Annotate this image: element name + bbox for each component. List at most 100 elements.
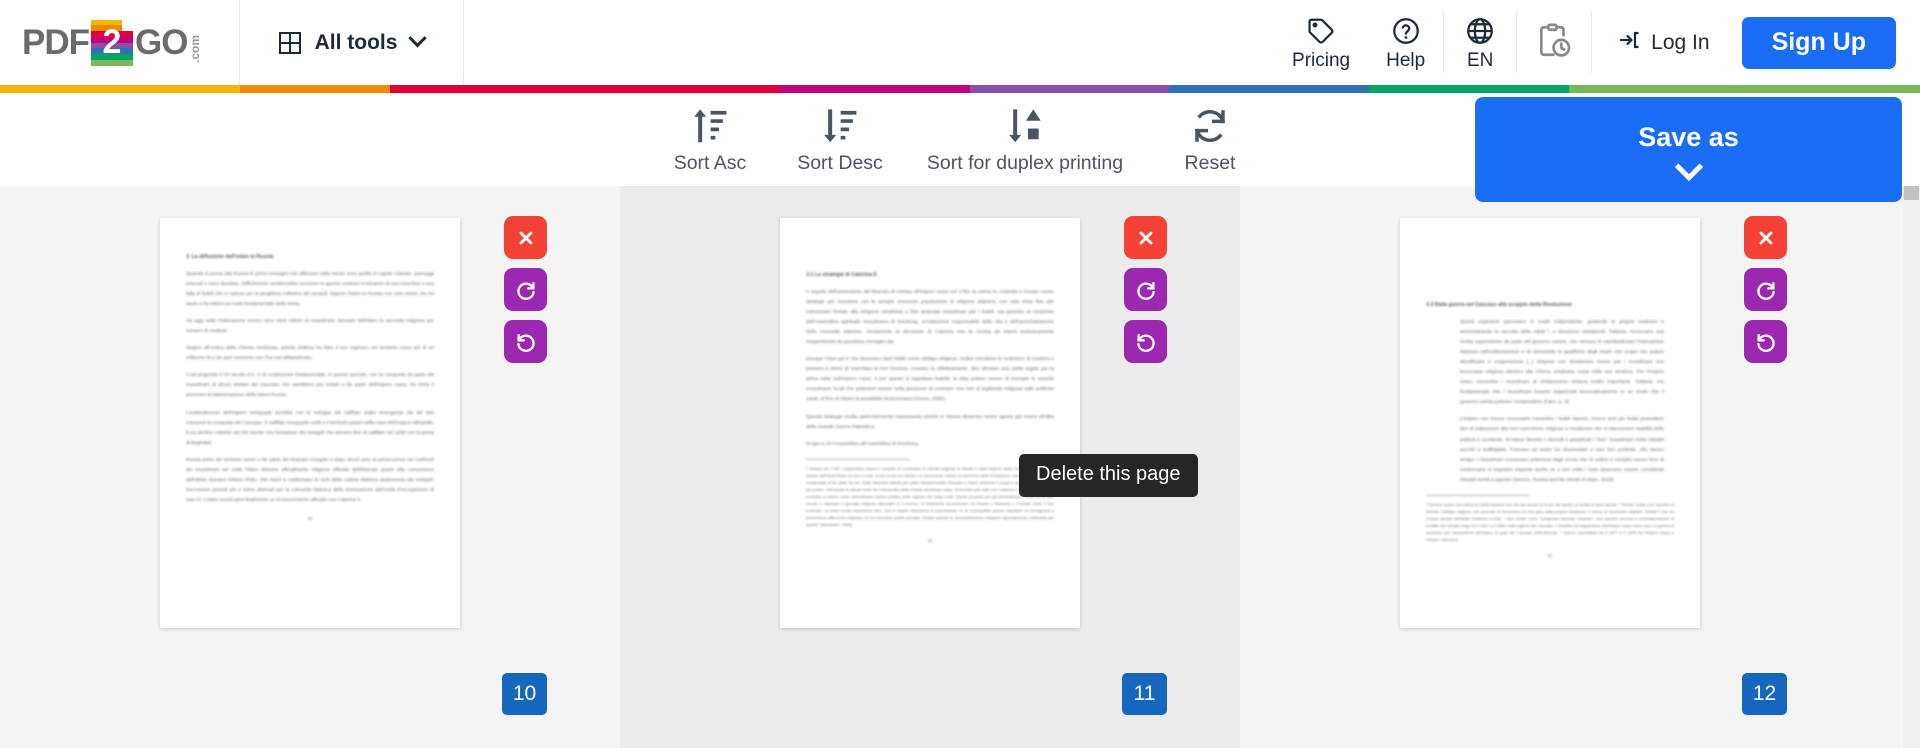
save-as-label: Save as — [1638, 122, 1739, 152]
logo-text-com: .com — [188, 34, 203, 63]
grid-icon — [278, 31, 301, 54]
page-action-column — [1124, 216, 1167, 363]
clipboard-clock-icon — [1535, 19, 1573, 63]
brand-bar-segment-6 — [1368, 85, 1569, 93]
login-label: Log In — [1651, 30, 1710, 54]
brand-bar-segment-5 — [1169, 85, 1369, 93]
page-action-column — [504, 216, 547, 363]
preview-paragraph: Russia parte del territorio venivi a far… — [186, 457, 434, 503]
preview-page-folio: 12 — [1547, 552, 1553, 558]
language-selector[interactable]: EN — [1444, 0, 1516, 85]
page-thumbnail[interactable]: 3.3 Dalla guerra nel Caucaso alla scoppi… — [1400, 218, 1700, 628]
preview-footnote: ¹ Istituita nel 1788. L'assemblea aveva … — [806, 465, 1054, 527]
preview-paragraph: A tal proposito il VII secolo d.C. è di … — [186, 373, 434, 399]
delete-page-button[interactable] — [1744, 216, 1787, 259]
page-number-badge[interactable]: 10 — [502, 673, 547, 715]
rotate-left-button[interactable] — [1744, 320, 1787, 363]
page-thumbnail[interactable]: 3.1 La strategia di Caterina II A seguito… — [780, 218, 1080, 628]
preview-heading: 3.3 Dalla guerra nel Caucaso alla scoppi… — [1426, 302, 1572, 308]
brand-bar-segment-2 — [389, 85, 780, 93]
scrollbar-thumb[interactable] — [1904, 186, 1919, 200]
all-tools-menu[interactable]: All tools — [240, 0, 464, 85]
sort-ascending-icon — [691, 104, 729, 148]
brand-bar-segment-0 — [0, 85, 240, 93]
sort-descending-icon — [821, 104, 859, 148]
signup-button[interactable]: Sign Up — [1741, 16, 1896, 69]
preview-heading: 3.1 La strategia di Caterina II — [806, 272, 877, 278]
brand-bar-segment-7 — [1568, 85, 1920, 93]
pricing-button[interactable]: Pricing — [1274, 0, 1368, 85]
preview-page-folio: 11 — [927, 537, 933, 543]
language-label: EN — [1466, 49, 1494, 71]
page-cell[interactable]: 3. La diffusione dell'islam in Russia Qua… — [0, 186, 620, 748]
page-thumbnail[interactable]: 3. La diffusione dell'islam in Russia Qua… — [160, 218, 460, 628]
reset-button[interactable]: Reset — [1145, 104, 1275, 175]
reset-label: Reset — [1184, 152, 1236, 174]
tasks-history-button[interactable] — [1517, 0, 1591, 85]
preview-paragraph: Ad oggi nella Federazione vivono circa v… — [186, 319, 434, 335]
pages-grid: 3. La diffusione dell'islam in Russia Qua… — [0, 186, 1920, 748]
logo-text-go: GO — [135, 22, 188, 62]
rotate-right-button[interactable] — [1744, 268, 1787, 311]
brand-color-bar — [0, 85, 1920, 93]
sort-asc-label: Sort Asc — [673, 152, 747, 174]
brand-bar-segment-3 — [779, 85, 970, 93]
page-sort-toolbar: Sort Asc Sort Desc Sort for duplex print… — [0, 93, 1920, 202]
sort-duplex-label: Sort for duplex printing — [926, 152, 1124, 174]
rotate-left-button[interactable] — [1124, 320, 1167, 363]
app-header: PDF 2 GO .com All tools Pricing Help EN … — [0, 0, 1920, 85]
question-circle-icon — [1391, 14, 1421, 46]
login-button[interactable]: Log In — [1592, 0, 1735, 85]
pricing-label: Pricing — [1292, 49, 1351, 71]
preview-paragraph: Scopo a chi l'Assemblea all'Assemblea di… — [806, 441, 920, 447]
logo-cell: PDF 2 GO .com — [0, 0, 240, 85]
preview-paragraph: L'indebolimento dell'impero omayyade avr… — [186, 410, 434, 446]
preview-footnote-rule — [1426, 494, 1531, 496]
preview-paragraph: A seguito dell'annessione del khanato di… — [806, 290, 1054, 346]
pdf2go-logo[interactable]: PDF 2 GO .com — [22, 19, 203, 66]
page-number-badge[interactable]: 11 — [1122, 673, 1167, 715]
tooltip-delete-this-page: Delete this page — [1019, 454, 1198, 497]
all-tools-label: All tools — [314, 30, 398, 54]
preview-footnote: ² Termine arabo che indica la carità isl… — [1426, 501, 1674, 542]
help-button[interactable]: Help — [1368, 0, 1443, 85]
rotate-right-button[interactable] — [504, 268, 547, 311]
preview-page-folio: 10 — [307, 515, 313, 521]
delete-page-button[interactable] — [504, 216, 547, 259]
preview-paragraph: Questi organismi operavano in modo indip… — [1460, 320, 1664, 406]
sort-desc-label: Sort Desc — [797, 152, 883, 174]
help-label: Help — [1386, 49, 1426, 71]
save-as-button[interactable]: Save as — [1475, 97, 1902, 202]
sort-duplex-icon — [1006, 104, 1044, 148]
logo-icon-2: 2 — [91, 19, 133, 66]
vertical-scrollbar[interactable] — [1903, 186, 1920, 748]
header-spacer — [464, 0, 1274, 85]
preview-heading: 3. La diffusione dell'islam in Russia — [186, 254, 274, 260]
brand-bar-segment-1 — [240, 85, 390, 93]
page-number-badge[interactable]: 12 — [1742, 673, 1787, 715]
brand-bar-segment-4 — [969, 85, 1170, 93]
preview-paragraph: L'impero non invece necessario convertir… — [1460, 417, 1664, 483]
page-cell[interactable]: 3.3 Dalla guerra nel Caucaso alla scoppi… — [1240, 186, 1860, 748]
login-arrow-icon — [1618, 28, 1642, 57]
preview-paragraph: Quando si pensa alla Russia le prime imm… — [186, 272, 434, 308]
chevron-down-icon — [408, 29, 428, 48]
pages-area: 3. La diffusione dell'islam in Russia Qua… — [0, 186, 1920, 748]
preview-paragraph: Questa strategia risulta particolarmente… — [806, 414, 1054, 430]
globe-icon — [1465, 14, 1495, 46]
delete-page-button[interactable] — [1124, 216, 1167, 259]
chevron-down-icon — [1674, 152, 1703, 182]
rotate-right-button[interactable] — [1124, 268, 1167, 311]
page-preview-content: 3. La diffusione dell'islam in Russia Qua… — [160, 218, 460, 521]
price-tag-icon — [1306, 14, 1336, 46]
logo-text-pdf: PDF — [22, 22, 90, 62]
page-preview-content: 3.3 Dalla guerra nel Caucaso alla scoppi… — [1400, 218, 1700, 558]
sort-asc-button[interactable]: Sort Asc — [645, 104, 775, 175]
preview-footnote-rule — [806, 458, 911, 460]
rotate-left-button[interactable] — [504, 320, 547, 363]
logo-digit: 2 — [102, 22, 122, 61]
sort-desc-button[interactable]: Sort Desc — [775, 104, 905, 175]
page-action-column — [1744, 216, 1787, 363]
preview-paragraph: Dunque l'idea qui è che dovevano darli f… — [806, 357, 1054, 403]
sort-duplex-button[interactable]: Sort for duplex printing — [905, 104, 1145, 175]
